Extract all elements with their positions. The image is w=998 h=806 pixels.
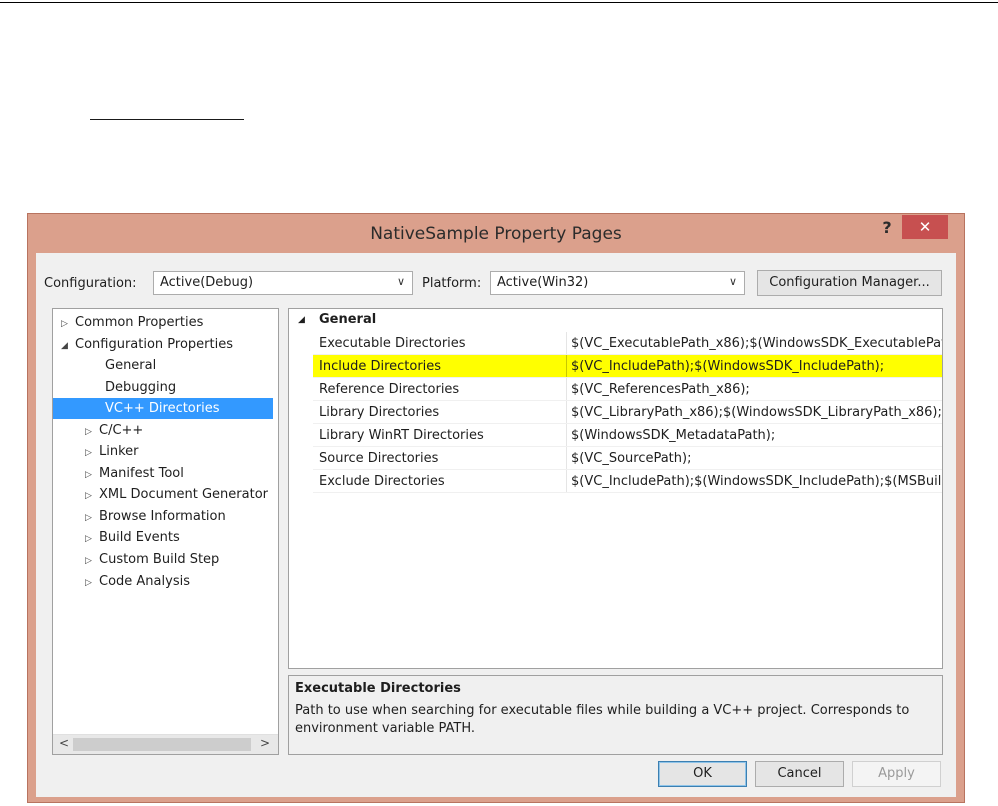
grid-section-general[interactable]: ◢ General <box>289 309 942 331</box>
help-button[interactable]: ? <box>877 216 897 240</box>
ok-button[interactable]: OK <box>658 761 747 787</box>
tree-item-label: Debugging <box>105 380 177 395</box>
description-panel: Executable Directories Path to use when … <box>288 675 943 755</box>
platform-label: Platform: <box>422 276 482 291</box>
property-value[interactable]: $(VC_SourcePath); <box>566 447 691 469</box>
expand-arrow-icon[interactable]: ▷ <box>85 573 99 594</box>
tree-item-debugging[interactable]: Debugging <box>105 377 176 398</box>
expand-arrow-icon[interactable]: ▷ <box>85 422 99 443</box>
property-row[interactable]: Library WinRT Directories $(WindowsSDK_M… <box>313 424 942 447</box>
expand-arrow-icon[interactable]: ▷ <box>85 486 99 507</box>
scroll-left-icon[interactable]: < <box>55 736 73 750</box>
expand-arrow-icon[interactable]: ▷ <box>85 551 99 572</box>
property-name: Reference Directories <box>319 382 460 397</box>
tree-item-configuration-properties[interactable]: ◢ Configuration Properties <box>61 334 233 355</box>
property-name: Executable Directories <box>319 336 466 351</box>
expand-arrow-icon[interactable]: ▷ <box>85 465 99 486</box>
property-value[interactable]: $(VC_LibraryPath_x86);$(WindowsSDK_Libra… <box>566 401 942 423</box>
tree-item-vc-directories[interactable]: VC++ Directories <box>53 398 273 419</box>
tree-item-c-cpp[interactable]: ▷ C/C++ <box>85 420 143 441</box>
tree-item-custom-build-step[interactable]: ▷ Custom Build Step <box>85 549 219 570</box>
scroll-right-icon[interactable]: > <box>256 736 274 750</box>
property-value[interactable]: $(WindowsSDK_MetadataPath); <box>566 424 775 446</box>
tree-item-general[interactable]: General <box>105 355 156 376</box>
tree-item-common-properties[interactable]: ▷ Common Properties <box>61 312 203 333</box>
configuration-label: Configuration: <box>44 276 137 291</box>
collapse-arrow-icon[interactable]: ◢ <box>61 336 75 357</box>
platform-dropdown[interactable]: Active(Win32) ∨ <box>490 271 745 295</box>
horizontal-scrollbar[interactable]: < > <box>53 734 278 754</box>
apply-button[interactable]: Apply <box>852 761 941 787</box>
document-underline <box>90 119 244 120</box>
tree-item-code-analysis[interactable]: ▷ Code Analysis <box>85 571 190 592</box>
close-button[interactable]: ✕ <box>902 215 948 239</box>
property-row-highlighted[interactable]: Include Directories $(VC_IncludePath);$(… <box>313 355 942 378</box>
property-name: Exclude Directories <box>319 474 445 489</box>
collapse-arrow-icon[interactable]: ◢ <box>298 309 305 331</box>
dialog-client-area: Configuration: Active(Debug) ∨ Platform:… <box>36 253 956 797</box>
expand-arrow-icon[interactable]: ▷ <box>85 508 99 529</box>
property-name: Library Directories <box>319 405 440 420</box>
tree-item-label: General <box>105 358 157 373</box>
tree-item-label: XML Document Generator <box>99 487 268 502</box>
expand-arrow-icon[interactable]: ▷ <box>85 443 99 464</box>
configuration-manager-button[interactable]: Configuration Manager... <box>757 270 942 296</box>
property-row[interactable]: Source Directories $(VC_SourcePath); <box>313 447 942 470</box>
tree-item-label: Linker <box>99 444 139 459</box>
property-name: Include Directories <box>319 359 442 374</box>
tree-item-linker[interactable]: ▷ Linker <box>85 441 139 462</box>
property-name: Library WinRT Directories <box>319 428 484 443</box>
configuration-dropdown[interactable]: Active(Debug) ∨ <box>153 271 413 295</box>
tree-item-label: VC++ Directories <box>105 401 220 416</box>
tree-item-xml-document-generator[interactable]: ▷ XML Document Generator <box>85 484 268 505</box>
tree-item-label: Common Properties <box>75 315 204 330</box>
property-value[interactable]: $(VC_IncludePath);$(WindowsSDK_IncludePa… <box>566 470 942 492</box>
window-title: NativeSample Property Pages <box>370 224 622 244</box>
platform-value: Active(Win32) <box>497 275 589 290</box>
property-grid: ◢ General Executable Directories $(VC_Ex… <box>288 308 943 669</box>
property-name: Source Directories <box>319 451 439 466</box>
expand-arrow-icon[interactable]: ▷ <box>61 314 75 335</box>
tree-item-label: C/C++ <box>99 423 144 438</box>
title-bar[interactable]: NativeSample Property Pages ? ✕ <box>28 214 964 256</box>
tree-item-label: Custom Build Step <box>99 552 220 567</box>
chevron-down-icon: ∨ <box>396 275 405 288</box>
tree-item-build-events[interactable]: ▷ Build Events <box>85 527 180 548</box>
property-row[interactable]: Exclude Directories $(VC_IncludePath);$(… <box>313 470 942 493</box>
property-row[interactable]: Reference Directories $(VC_ReferencesPat… <box>313 378 942 401</box>
expand-arrow-icon[interactable]: ▷ <box>85 529 99 550</box>
tree-item-label: Build Events <box>99 530 180 545</box>
tree-item-manifest-tool[interactable]: ▷ Manifest Tool <box>85 463 184 484</box>
page-top-rule <box>0 2 998 3</box>
property-value[interactable]: $(VC_ReferencesPath_x86); <box>566 378 750 400</box>
chevron-down-icon: ∨ <box>728 275 737 288</box>
section-title: General <box>319 312 377 327</box>
tree-item-label: Code Analysis <box>99 574 190 589</box>
property-row[interactable]: Executable Directories $(VC_ExecutablePa… <box>313 332 942 355</box>
property-tree[interactable]: ▷ Common Properties ◢ Configuration Proper… <box>52 308 279 755</box>
property-value[interactable]: $(VC_ExecutablePath_x86);$(WindowsSDK_Ex… <box>566 332 942 354</box>
property-value[interactable]: $(VC_IncludePath);$(WindowsSDK_IncludePa… <box>566 355 884 377</box>
scrollbar-thumb[interactable] <box>73 738 251 751</box>
property-row[interactable]: Library Directories $(VC_LibraryPath_x86… <box>313 401 942 424</box>
description-title: Executable Directories <box>295 681 461 696</box>
tree-item-label: Configuration Properties <box>75 337 233 352</box>
property-pages-dialog: NativeSample Property Pages ? ✕ Configur… <box>27 213 965 803</box>
tree-item-label: Manifest Tool <box>99 466 184 481</box>
description-text: Path to use when searching for executabl… <box>295 703 910 736</box>
cancel-button[interactable]: Cancel <box>755 761 844 787</box>
configuration-value: Active(Debug) <box>160 275 254 290</box>
tree-item-label: Browse Information <box>99 509 226 524</box>
tree-item-browse-information[interactable]: ▷ Browse Information <box>85 506 226 527</box>
